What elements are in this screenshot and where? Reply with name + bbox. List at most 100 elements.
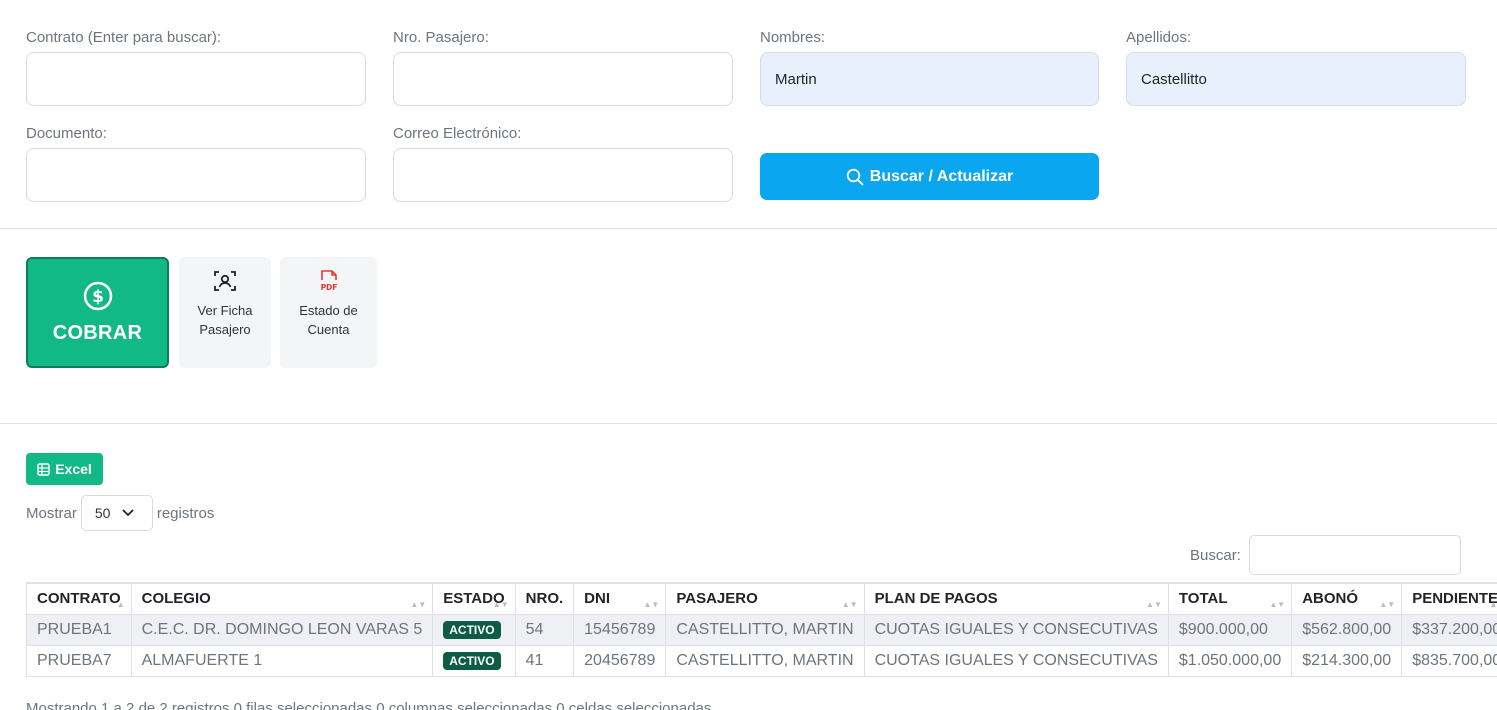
table-search-input[interactable] [1248, 535, 1461, 575]
column-header-label: PASAJERO [676, 590, 758, 608]
table-header-row: CONTRATO ▲ COLEGIO ▲▼ ESTADO ▲▼ NRO. DNI ▲▼ … [26, 582, 1497, 615]
divider [0, 423, 1497, 424]
sort-icon: ▲▼ [492, 599, 509, 609]
column-header[interactable]: ESTADO ▲▼ [432, 582, 516, 615]
ver-ficha-label: Ver Ficha Pasajero [198, 301, 253, 339]
column-header[interactable]: TOTAL ▲▼ [1167, 582, 1293, 615]
page-length-value: 50 [94, 505, 111, 521]
column-header[interactable]: COLEGIO ▲▼ [130, 582, 434, 615]
nombres-input[interactable]: Martin [760, 52, 1099, 106]
contrato-input[interactable] [26, 52, 366, 106]
column-header[interactable]: PLAN DE PAGOS ▲▼ [863, 582, 1169, 615]
documento-label: Documento: [26, 125, 107, 142]
table-row[interactable]: PRUEBA1 C.E.C. DR. DOMINGO LEON VARAS 5 … [26, 613, 1497, 646]
cell-nro: 54 [514, 613, 575, 646]
documento-input[interactable] [26, 148, 366, 202]
cell-plan: CUOTAS IGUALES Y CONSECUTIVAS [863, 613, 1169, 646]
sort-icon: ▲▼ [643, 599, 660, 609]
cell-abono: $562.800,00 [1291, 613, 1403, 646]
contracts-table: CONTRATO ▲ COLEGIO ▲▼ ESTADO ▲▼ NRO. DNI ▲▼ … [26, 582, 1497, 677]
ver-ficha-pasajero-button[interactable]: Ver Ficha Pasajero [179, 257, 271, 368]
pasajero-input[interactable] [393, 52, 733, 106]
column-header[interactable]: NRO. [514, 582, 575, 615]
correo-label: Correo Electrónico: [393, 125, 522, 142]
chevron-down-icon [122, 509, 135, 517]
cell-pasajero: CASTELLITTO, MARTIN [665, 644, 865, 677]
column-header[interactable]: PENDIENTE▲▼ [1401, 582, 1497, 615]
estado-cuenta-label: Estado de Cuenta [299, 301, 358, 339]
cell-dni: 20456789 [573, 644, 667, 677]
buscar-actualizar-label: Buscar / Actualizar [869, 167, 1014, 185]
status-badge: ACTIVO [443, 620, 501, 639]
status-badge: ACTIVO [443, 651, 501, 670]
cell-pendiente: $337.200,00 [1401, 613, 1497, 646]
divider [0, 228, 1497, 229]
ver-ficha-line1: Ver Ficha [197, 303, 253, 318]
buscar-actualizar-button[interactable]: Buscar / Actualizar [760, 153, 1099, 200]
spreadsheet-icon [37, 462, 50, 476]
column-header-label: NRO. [525, 590, 564, 608]
contrato-label: Contrato (Enter para buscar): [26, 29, 222, 46]
cobrar-label: COBRAR [52, 322, 143, 344]
sort-icon: ▲▼ [1269, 599, 1286, 609]
cell-nro: 41 [514, 644, 575, 677]
cell-contrato: PRUEBA1 [26, 613, 132, 646]
sort-icon: ▲▼ [1146, 599, 1162, 609]
pdf-tag: PDF [320, 283, 337, 292]
ver-ficha-line2: Pasajero [199, 322, 251, 337]
cell-dni: 15456789 [573, 613, 667, 646]
table-info: Mostrando 1 a 2 de 2 registros 0 filas s… [26, 700, 712, 710]
cell-total: $900.000,00 [1167, 613, 1293, 646]
cell-estado: ACTIVO [432, 613, 516, 646]
nombres-label: Nombres: [760, 29, 826, 46]
table-search: Buscar: [1190, 535, 1461, 575]
cell-estado: ACTIVO [432, 644, 516, 677]
sort-icon: ▲▼ [1379, 599, 1396, 609]
table-row[interactable]: PRUEBA7 ALMAFUERTE 1 ACTIVO 41 20456789 … [26, 644, 1497, 677]
sort-icon: ▲▼ [410, 599, 427, 609]
apellidos-field-group: Apellidos: Castellitto [1126, 29, 1466, 106]
correo-input[interactable] [393, 148, 733, 202]
pdf-file-icon: PDF [320, 270, 337, 292]
sort-icon: ▲▼ [1489, 599, 1497, 609]
pasajero-field-group: Nro. Pasajero: [393, 29, 733, 106]
column-header-label: TOTAL [1178, 590, 1228, 608]
page-length-control: Mostrar 50 registros [26, 495, 214, 531]
cell-contrato: PRUEBA7 [26, 644, 132, 677]
column-header-label: PENDIENTE [1412, 590, 1497, 608]
cell-pendiente: $835.700,00 [1401, 644, 1497, 677]
pasajero-label: Nro. Pasajero: [393, 29, 489, 46]
estado-de-cuenta-button[interactable]: PDF Estado de Cuenta [280, 257, 377, 368]
registros-label: registros [156, 504, 215, 522]
user-scan-icon [214, 271, 236, 291]
mostrar-label: Mostrar [26, 504, 77, 522]
column-header[interactable]: ABONÓ ▲▼ [1291, 582, 1403, 615]
cell-pasajero: CASTELLITTO, MARTIN [665, 613, 865, 646]
cell-colegio: C.E.C. DR. DOMINGO LEON VARAS 5 [130, 613, 434, 646]
cobrar-button[interactable]: $ COBRAR [26, 257, 169, 368]
column-header[interactable]: DNI ▲▼ [573, 582, 667, 615]
column-header-label: ABONÓ [1302, 590, 1359, 608]
column-header-label: DNI [584, 590, 610, 608]
sort-icon: ▲ [116, 599, 125, 609]
nombres-field-group: Nombres: Martin [760, 29, 1099, 106]
documento-field-group: Documento: [26, 125, 366, 202]
column-header[interactable]: PASAJERO ▲▼ [665, 582, 865, 615]
column-header-label: CONTRATO [37, 590, 121, 608]
estado-line1: Estado de [299, 303, 358, 318]
buscar-label: Buscar: [1190, 546, 1241, 564]
apellidos-label: Apellidos: [1126, 29, 1192, 46]
excel-export-button[interactable]: Excel [26, 453, 103, 485]
contrato-field-group: Contrato (Enter para buscar): [26, 29, 366, 106]
correo-field-group: Correo Electrónico: [393, 125, 733, 202]
svg-text:$: $ [92, 287, 104, 307]
page-length-select[interactable]: 50 [80, 495, 153, 531]
search-icon [846, 168, 864, 185]
excel-label: Excel [55, 461, 92, 477]
cell-abono: $214.300,00 [1291, 644, 1403, 677]
column-header-label: PLAN DE PAGOS [874, 590, 998, 608]
cell-colegio: ALMAFUERTE 1 [130, 644, 434, 677]
cell-plan: CUOTAS IGUALES Y CONSECUTIVAS [863, 644, 1169, 677]
apellidos-input[interactable]: Castellitto [1126, 52, 1466, 106]
column-header[interactable]: CONTRATO ▲ [26, 582, 132, 615]
